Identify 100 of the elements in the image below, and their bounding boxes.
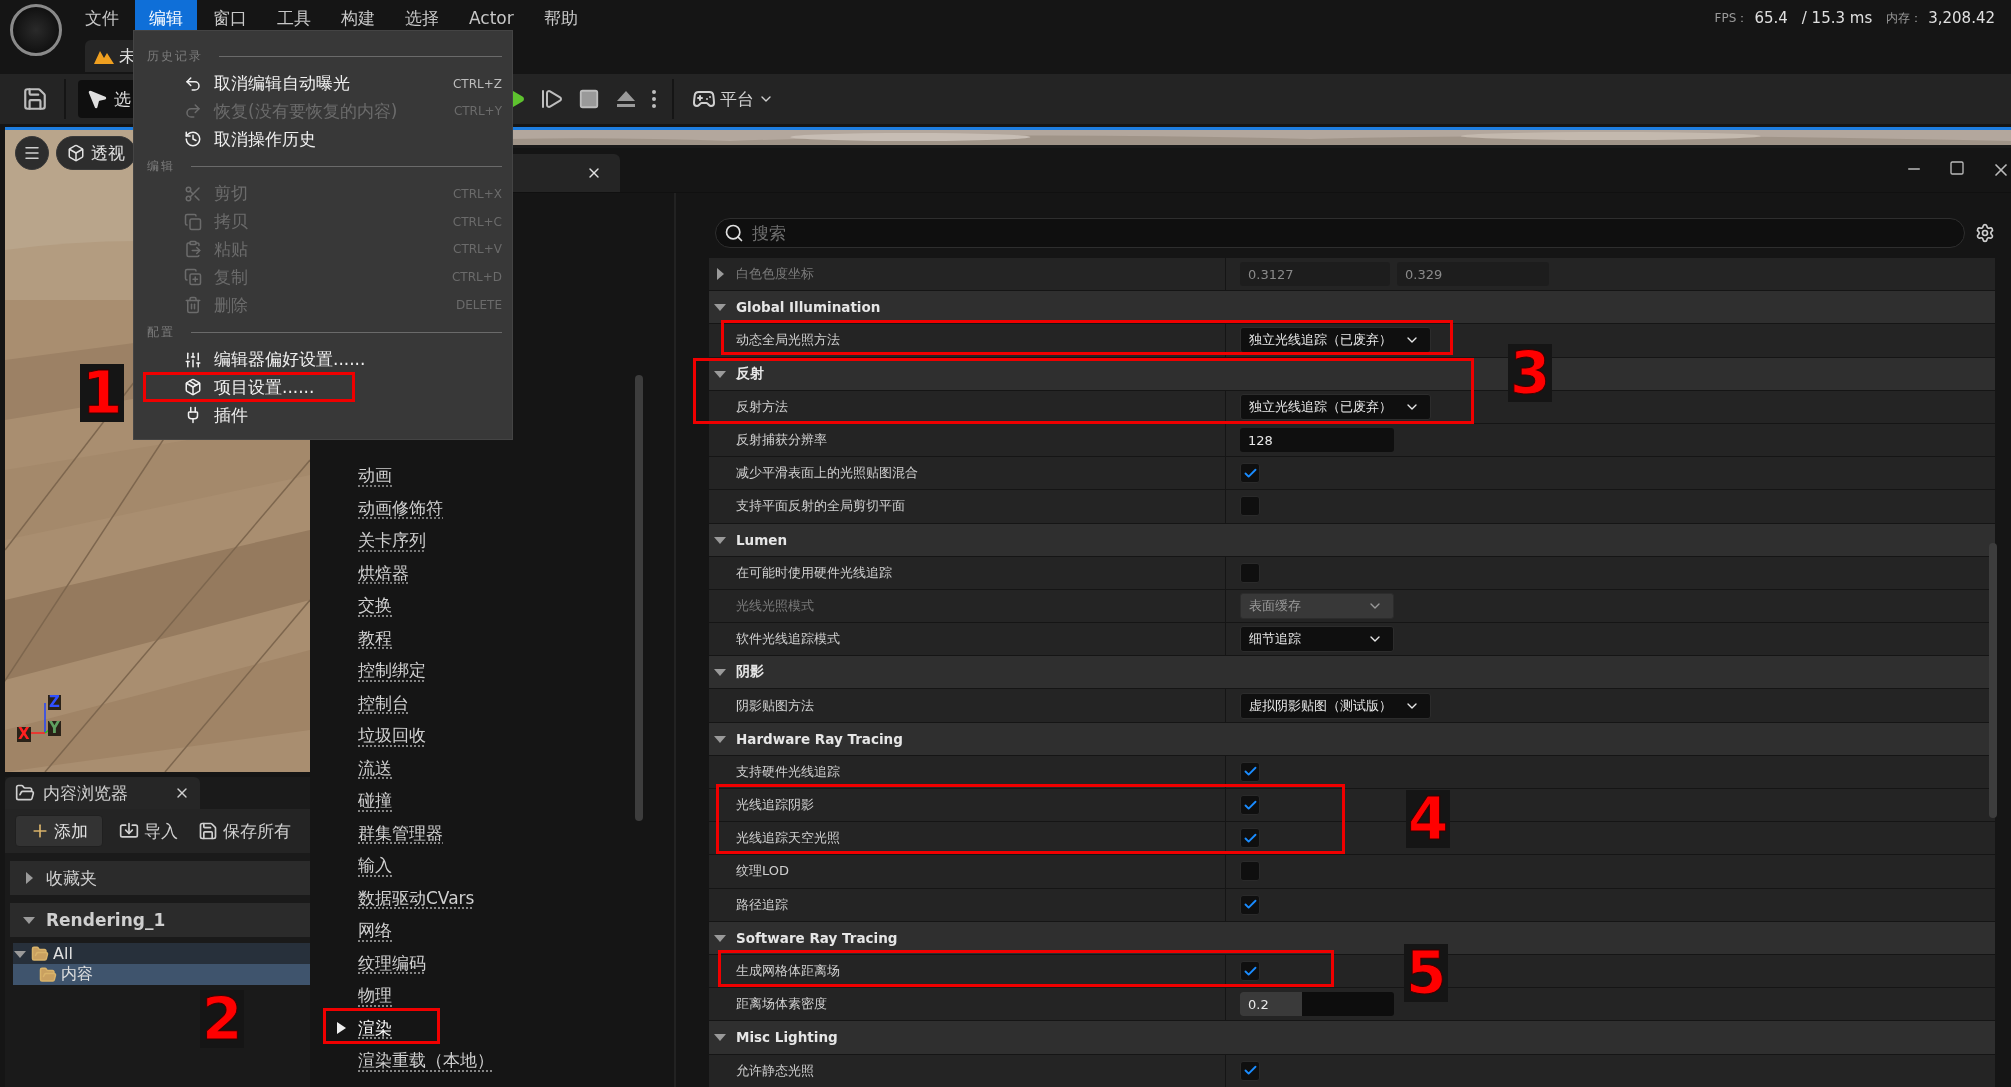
save-icon	[22, 86, 48, 112]
menu-entry[interactable]: 取消编辑自动曝光 CTRL+Z	[184, 71, 502, 96]
fps-label: FPS：	[1714, 9, 1749, 27]
nav-link[interactable]: 群集管理器	[358, 821, 443, 845]
scrollbar[interactable]	[635, 375, 643, 821]
checkbox[interactable]	[1240, 496, 1260, 517]
checkbox[interactable]	[1240, 463, 1260, 484]
checkbox[interactable]	[1240, 795, 1260, 816]
property-label: 距离场体素密度	[736, 995, 827, 1014]
nav-link[interactable]: 碰撞	[358, 789, 392, 813]
nav-link[interactable]: 垃圾回收	[358, 724, 426, 748]
maximize-icon[interactable]	[1949, 160, 1965, 176]
tree-item[interactable]: All	[13, 943, 310, 964]
import-icon	[119, 821, 139, 841]
frame-time: / 15.3 ms	[1801, 9, 1873, 27]
annotation-number: 4	[1406, 790, 1451, 848]
save-icon	[198, 821, 218, 841]
fps-value: 65.4	[1754, 9, 1788, 27]
property-label: 光线光照模式	[736, 596, 814, 615]
nav-link[interactable]: 流送	[358, 756, 392, 780]
checkbox[interactable]	[1240, 861, 1260, 882]
property-label: 在可能时使用硬件光线追踪	[736, 563, 892, 582]
add-button[interactable]: 添加	[15, 815, 103, 847]
nav-link[interactable]: 渲染	[358, 1016, 392, 1040]
nav-link[interactable]: 纹理编码	[358, 951, 426, 975]
toolbar-action[interactable]: 导入	[115, 817, 182, 845]
property-label: 纹理LOD	[736, 862, 790, 881]
memory-label: 内存：	[1886, 9, 1923, 27]
slider-field[interactable]: 0.2	[1240, 992, 1394, 1017]
panel-tab[interactable]: 内容浏览器	[5, 777, 200, 809]
nav-link[interactable]: 交换	[358, 594, 392, 618]
property-label: 减少平滑表面上的光照贴图混合	[736, 464, 918, 483]
menu-item[interactable]: 文件	[71, 0, 133, 36]
dropdown[interactable]: 独立光线追踪（已废弃）	[1240, 393, 1431, 420]
nav-link[interactable]: 渲染重载（本地）	[358, 1049, 494, 1073]
nav-link[interactable]: 教程	[358, 626, 392, 650]
nav-link[interactable]: 动画修饰符	[358, 496, 443, 520]
property-label: 路径追踪	[736, 895, 788, 914]
property-label: 阴影贴图方法	[736, 696, 814, 715]
dropdown[interactable]: 独立光线追踪（已废弃）	[1240, 327, 1431, 354]
property-label: 支持硬件光线追踪	[736, 762, 840, 781]
checkbox[interactable]	[1240, 562, 1260, 583]
platform-button[interactable]: 平台	[686, 83, 780, 115]
checkbox[interactable]	[1240, 961, 1260, 982]
folder-icon	[15, 783, 35, 803]
nav-link[interactable]: 关卡序列	[358, 529, 426, 553]
category-title: Software Ray Tracing	[736, 929, 898, 946]
nav-link[interactable]: 网络	[358, 919, 392, 943]
undo-icon	[184, 74, 202, 93]
property-label: 白色色度坐标	[736, 265, 814, 284]
annotation-number: 2	[200, 990, 245, 1048]
checkbox[interactable]	[1240, 761, 1260, 782]
property-label: 光线追踪天空光照	[736, 829, 840, 848]
step-icon	[540, 87, 564, 111]
checkbox[interactable]	[1240, 1060, 1260, 1081]
property-label: 反射方法	[736, 397, 788, 416]
scrollbar[interactable]	[1989, 543, 1997, 818]
nav-link[interactable]: 烘焙器	[358, 561, 409, 585]
search-field[interactable]: 搜索	[715, 218, 1965, 248]
nav-link[interactable]: 输入	[358, 854, 392, 878]
settings-icon[interactable]	[1975, 223, 1995, 243]
menu-item[interactable]: 帮助	[529, 0, 592, 36]
nav-link[interactable]: 物理	[358, 984, 392, 1008]
tree-item[interactable]: 内容	[13, 964, 310, 985]
folder-icon	[31, 944, 49, 963]
redo-icon	[184, 102, 202, 121]
checkbox[interactable]	[1240, 828, 1260, 849]
annotation-number: 5	[1404, 944, 1449, 1002]
menu-heading: 历史记录	[147, 47, 203, 65]
category-title: Misc Lighting	[736, 1029, 838, 1046]
memory-value: 3,208.42	[1928, 9, 1995, 27]
dropdown[interactable]: 细节追踪	[1240, 626, 1394, 653]
section-title: 收藏夹	[46, 866, 97, 890]
nav-link[interactable]: 控制绑定	[358, 659, 426, 683]
cursor-icon	[86, 88, 108, 110]
nav-link[interactable]: 动画	[358, 464, 392, 488]
property-label: 动态全局光照方法	[736, 331, 840, 350]
property-label: 生成网格体距离场	[736, 962, 840, 981]
property-label: 软件光线追踪模式	[736, 630, 840, 649]
toolbar-action[interactable]: 保存所有	[194, 817, 295, 845]
section-header[interactable]: 收藏夹	[10, 861, 310, 895]
property-label: 允许静态光照	[736, 1061, 814, 1080]
more-icon	[652, 90, 656, 108]
dropdown[interactable]: 虚拟阴影贴图（测试版）	[1240, 692, 1431, 719]
property-label: 反射捕获分辨率	[736, 431, 827, 450]
checkbox[interactable]	[1240, 894, 1260, 915]
property-label: 光线追踪阴影	[736, 796, 814, 815]
category-title: Global Illumination	[736, 299, 881, 316]
nav-link[interactable]: 控制台	[358, 691, 409, 715]
logo-icon	[9, 4, 62, 56]
property-label: 支持平面反射的全局剪切平面	[736, 497, 905, 516]
category-title: 反射	[736, 364, 764, 383]
annotation-number: 3	[1508, 344, 1553, 402]
section-header[interactable]: Rendering_1	[10, 903, 310, 937]
number-field[interactable]: 128	[1240, 428, 1394, 453]
section-title: Rendering_1	[46, 910, 166, 930]
category-title: 阴影	[736, 663, 764, 682]
stop-icon	[578, 88, 600, 110]
nav-link[interactable]: 数据驱动CVars	[358, 886, 475, 910]
folder-icon	[39, 965, 57, 984]
